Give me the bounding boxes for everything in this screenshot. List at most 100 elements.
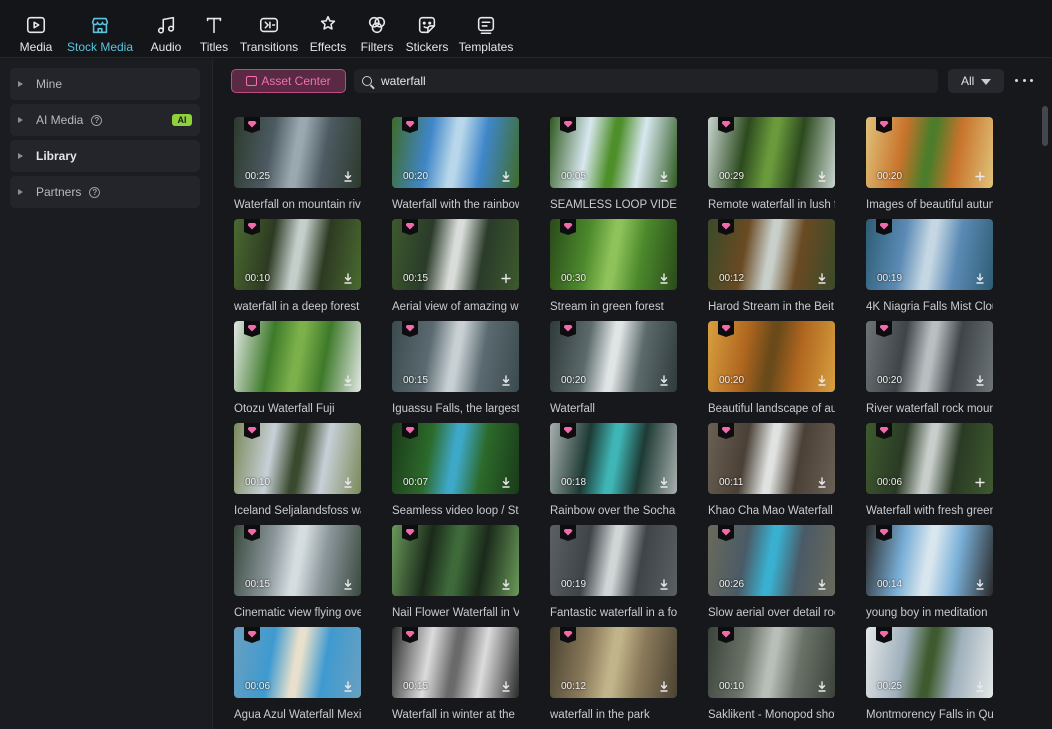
tab-effects[interactable]: Effects: [304, 0, 352, 58]
tab-media[interactable]: Media: [14, 0, 58, 58]
tab-filters[interactable]: Filters: [356, 0, 398, 58]
video-thumbnail[interactable]: 00:15: [392, 321, 519, 392]
download-icon[interactable]: [501, 171, 511, 182]
media-card[interactable]: 00:20 River waterfall rock mountain: [866, 321, 993, 415]
download-icon[interactable]: [975, 579, 985, 590]
asset-center-button[interactable]: Asset Center: [231, 69, 346, 93]
media-card[interactable]: 00:30 Stream in green forest: [550, 219, 677, 313]
media-card[interactable]: 00:20 Beautiful landscape of autumn: [708, 321, 835, 415]
media-card[interactable]: 00:11 Khao Cha Mao Waterfall: [708, 423, 835, 517]
sidebar-item-ai-media[interactable]: AI Media? AI: [10, 104, 200, 136]
download-icon[interactable]: [659, 477, 669, 488]
download-icon[interactable]: [343, 171, 353, 182]
video-thumbnail[interactable]: 00:18: [550, 423, 677, 494]
media-card[interactable]: 00:12 Harod Stream in the Beit: [708, 219, 835, 313]
download-icon[interactable]: [659, 171, 669, 182]
video-thumbnail[interactable]: 00:12: [708, 219, 835, 290]
download-icon[interactable]: [343, 477, 353, 488]
download-icon[interactable]: [817, 579, 827, 590]
media-card[interactable]: 00:18 Rainbow over the Socha: [550, 423, 677, 517]
download-icon[interactable]: [343, 273, 353, 284]
tab-audio[interactable]: Audio: [142, 0, 190, 58]
video-thumbnail[interactable]: 00:10: [708, 627, 835, 698]
video-thumbnail[interactable]: 00:06: [234, 627, 361, 698]
scroll-thumb[interactable]: [1042, 106, 1048, 146]
media-card[interactable]: 00:20 Waterfall with the rainbow: [392, 117, 519, 211]
video-thumbnail[interactable]: [234, 321, 361, 392]
add-icon[interactable]: [501, 273, 511, 284]
download-icon[interactable]: [817, 273, 827, 284]
video-thumbnail[interactable]: 00:29: [708, 117, 835, 188]
search-bar[interactable]: [354, 69, 938, 93]
help-icon[interactable]: ?: [89, 186, 101, 198]
video-thumbnail[interactable]: 00:25: [866, 627, 993, 698]
download-icon[interactable]: [817, 477, 827, 488]
download-icon[interactable]: [501, 681, 511, 692]
video-thumbnail[interactable]: 00:20: [550, 321, 677, 392]
video-thumbnail[interactable]: 00:20: [708, 321, 835, 392]
help-icon[interactable]: ?: [91, 114, 103, 126]
download-icon[interactable]: [343, 579, 353, 590]
download-icon[interactable]: [659, 273, 669, 284]
media-card[interactable]: 00:06 Waterfall with fresh green: [866, 423, 993, 517]
download-icon[interactable]: [817, 171, 827, 182]
tab-stickers[interactable]: Stickers: [402, 0, 452, 58]
download-icon[interactable]: [817, 681, 827, 692]
video-thumbnail[interactable]: 00:07: [392, 423, 519, 494]
media-card[interactable]: 00:19 4K Niagria Falls Mist Cloud: [866, 219, 993, 313]
download-icon[interactable]: [501, 375, 511, 386]
media-card[interactable]: 00:15 Cinematic view flying over: [234, 525, 361, 619]
video-thumbnail[interactable]: [392, 525, 519, 596]
video-thumbnail[interactable]: 00:14: [866, 525, 993, 596]
video-thumbnail[interactable]: 00:30: [550, 219, 677, 290]
download-icon[interactable]: [817, 375, 827, 386]
media-card[interactable]: 00:12 waterfall in the park: [550, 627, 677, 721]
sidebar-item-mine[interactable]: Mine: [10, 68, 200, 100]
download-icon[interactable]: [659, 579, 669, 590]
video-thumbnail[interactable]: 00:10: [234, 423, 361, 494]
video-thumbnail[interactable]: 00:26: [708, 525, 835, 596]
video-thumbnail[interactable]: 00:19: [866, 219, 993, 290]
sidebar-item-library[interactable]: Library: [10, 140, 200, 172]
video-thumbnail[interactable]: 00:10: [234, 219, 361, 290]
media-card[interactable]: 00:10 Iceland Seljalandsfoss waterfall: [234, 423, 361, 517]
download-icon[interactable]: [659, 681, 669, 692]
download-icon[interactable]: [343, 681, 353, 692]
media-card[interactable]: 00:29 Remote waterfall in lush forest: [708, 117, 835, 211]
download-icon[interactable]: [501, 579, 511, 590]
video-thumbnail[interactable]: 00:19: [550, 525, 677, 596]
media-card[interactable]: Nail Flower Waterfall in Vietnam: [392, 525, 519, 619]
vertical-scrollbar[interactable]: [1042, 106, 1048, 729]
media-card[interactable]: 00:20 Waterfall: [550, 321, 677, 415]
add-icon[interactable]: [975, 171, 985, 182]
media-card[interactable]: 00:14 young boy in meditation: [866, 525, 993, 619]
more-options-button[interactable]: [1015, 72, 1033, 88]
download-icon[interactable]: [975, 375, 985, 386]
download-icon[interactable]: [659, 375, 669, 386]
video-thumbnail[interactable]: 00:20: [866, 117, 993, 188]
tab-templates[interactable]: Templates: [456, 0, 516, 58]
video-thumbnail[interactable]: 00:20: [392, 117, 519, 188]
media-card[interactable]: 00:25 Waterfall on mountain river: [234, 117, 361, 211]
media-card[interactable]: 00:20 Images of beautiful autumn: [866, 117, 993, 211]
media-card[interactable]: 00:15 Waterfall in winter at the: [392, 627, 519, 721]
tab-transitions[interactable]: Transitions: [238, 0, 300, 58]
media-card[interactable]: Otozu Waterfall Fuji: [234, 321, 361, 415]
media-card[interactable]: 00:25 Montmorency Falls in Quebec: [866, 627, 993, 721]
media-card[interactable]: 00:10 waterfall in a deep forest: [234, 219, 361, 313]
download-icon[interactable]: [975, 273, 985, 284]
download-icon[interactable]: [501, 477, 511, 488]
video-thumbnail[interactable]: 00:15: [392, 219, 519, 290]
media-card[interactable]: 00:10 Saklikent - Monopod shot: [708, 627, 835, 721]
media-card[interactable]: 00:15 Iguassu Falls, the largest: [392, 321, 519, 415]
video-thumbnail[interactable]: 00:06: [866, 423, 993, 494]
filter-dropdown[interactable]: All: [948, 69, 1004, 93]
video-thumbnail[interactable]: 00:20: [866, 321, 993, 392]
video-thumbnail[interactable]: 00:05: [550, 117, 677, 188]
video-thumbnail[interactable]: 00:15: [234, 525, 361, 596]
download-icon[interactable]: [975, 681, 985, 692]
sidebar-item-partners[interactable]: Partners?: [10, 176, 200, 208]
media-card[interactable]: 00:07 Seamless video loop / Stream: [392, 423, 519, 517]
download-icon[interactable]: [343, 375, 353, 386]
tab-stock-media[interactable]: Stock Media: [62, 0, 138, 58]
